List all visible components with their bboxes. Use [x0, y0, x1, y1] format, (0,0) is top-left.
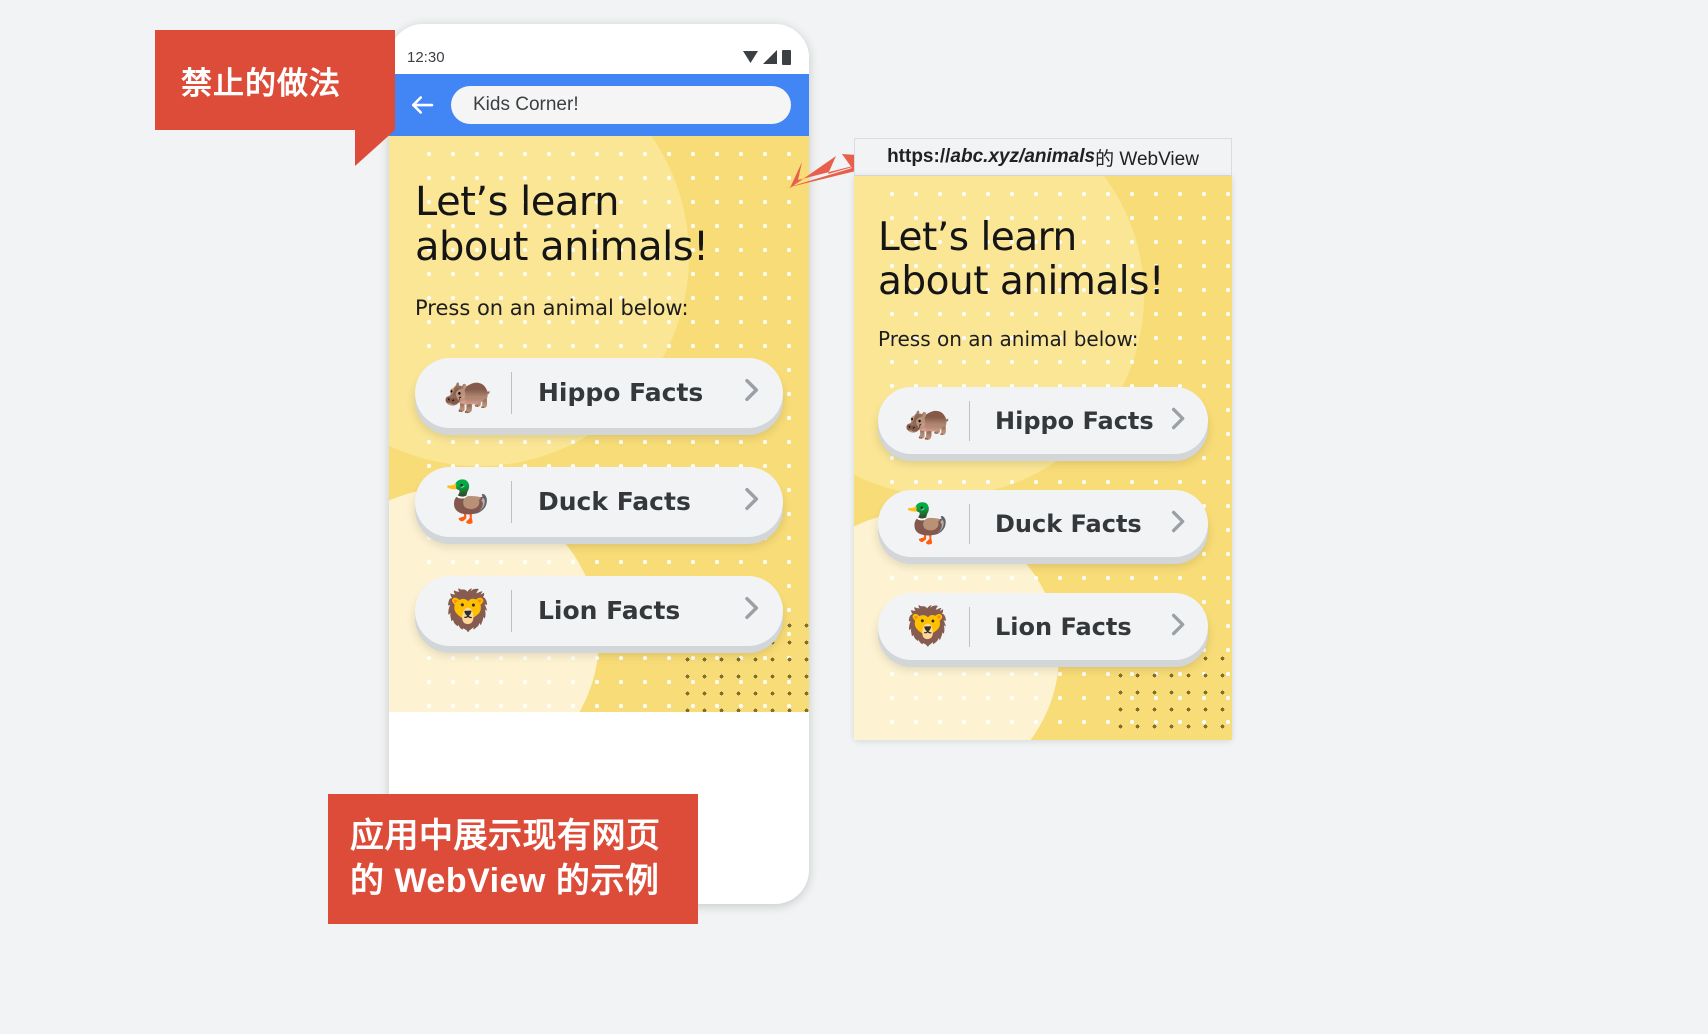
animal-button-label: Duck Facts [538, 487, 691, 517]
animal-button-label: Lion Facts [995, 612, 1132, 641]
webview-url-label: https://abc.xyz/animals 的 WebView [854, 138, 1232, 176]
kids-subtitle: Press on an animal below: [878, 327, 1139, 352]
animal-button-duck[interactable]: 🦆 Duck Facts [878, 490, 1208, 558]
kids-heading-line1: Let’s learn [415, 179, 619, 225]
hippo-icon: 🦛 [443, 370, 493, 417]
illustration-canvas: 12:30 Kids Corner! Let’s learn about ani… [0, 0, 1708, 1034]
animal-button-duck[interactable]: 🦆 Duck Facts [415, 466, 783, 537]
animal-button-label: Duck Facts [995, 509, 1142, 538]
kids-heading-line2: about animals! [415, 223, 709, 270]
callout-forbidden: 禁止的做法 [155, 30, 395, 130]
wifi-icon [743, 51, 758, 63]
webview-card: https://abc.xyz/animals 的 WebView Let’s … [854, 138, 1232, 740]
webview-content-in-phone: Let’s learn about animals! Press on an a… [389, 136, 809, 712]
callout-description-line2: 的 WebView 的示例 [350, 862, 660, 900]
status-time: 12:30 [407, 48, 445, 66]
chevron-right-icon [1162, 609, 1193, 645]
back-arrow-icon[interactable] [407, 90, 437, 120]
lion-icon: 🦁 [904, 604, 952, 649]
url-host-path: abc.xyz/animals [950, 146, 1096, 167]
chevron-right-icon [1162, 403, 1193, 439]
animal-button-lion[interactable]: 🦁 Lion Facts [415, 575, 783, 646]
duck-icon: 🦆 [904, 501, 952, 546]
kids-subtitle: Press on an animal below: [415, 295, 689, 320]
kids-heading-line1: Let’s learn [878, 215, 1077, 260]
chevron-right-icon [735, 374, 767, 411]
kids-heading: Let’s learn about animals! [415, 180, 783, 270]
callout-description-line1: 应用中展示现有网页 [350, 817, 661, 856]
battery-icon [782, 49, 791, 65]
duck-icon: 🦆 [443, 479, 493, 526]
cell-signal-icon [763, 50, 777, 64]
kids-heading: Let’s learn about animals! [878, 216, 1208, 303]
lion-icon: 🦁 [443, 588, 493, 635]
chevron-right-icon [735, 592, 767, 629]
chevron-right-icon [1162, 506, 1193, 542]
status-bar: 12:30 [389, 40, 809, 74]
animal-button-label: Hippo Facts [995, 406, 1154, 435]
callout-description: 应用中展示现有网页 的 WebView 的示例 [328, 794, 698, 924]
animal-button-lion[interactable]: 🦁 Lion Facts [878, 593, 1208, 661]
animal-button-hippo[interactable]: 🦛 Hippo Facts [878, 387, 1208, 455]
url-bar-value: Kids Corner! [473, 94, 579, 115]
status-icons [743, 49, 791, 65]
url-protocol: https:// [887, 146, 951, 167]
webview-content: Let’s learn about animals! Press on an a… [854, 176, 1232, 740]
kids-heading-line2: about animals! [878, 258, 1165, 304]
animal-button-label: Lion Facts [538, 596, 681, 626]
url-bar[interactable]: Kids Corner! [451, 86, 791, 124]
callout-forbidden-text: 禁止的做法 [181, 65, 341, 101]
animal-button-label: Hippo Facts [538, 378, 704, 408]
hippo-icon: 🦛 [904, 398, 952, 443]
animal-button-hippo[interactable]: 🦛 Hippo Facts [415, 357, 783, 428]
chevron-right-icon [735, 483, 767, 520]
phone-mockup: 12:30 Kids Corner! Let’s learn about ani… [389, 24, 809, 904]
app-bar: Kids Corner! [389, 74, 809, 136]
url-suffix: 的 WebView [1095, 148, 1199, 170]
